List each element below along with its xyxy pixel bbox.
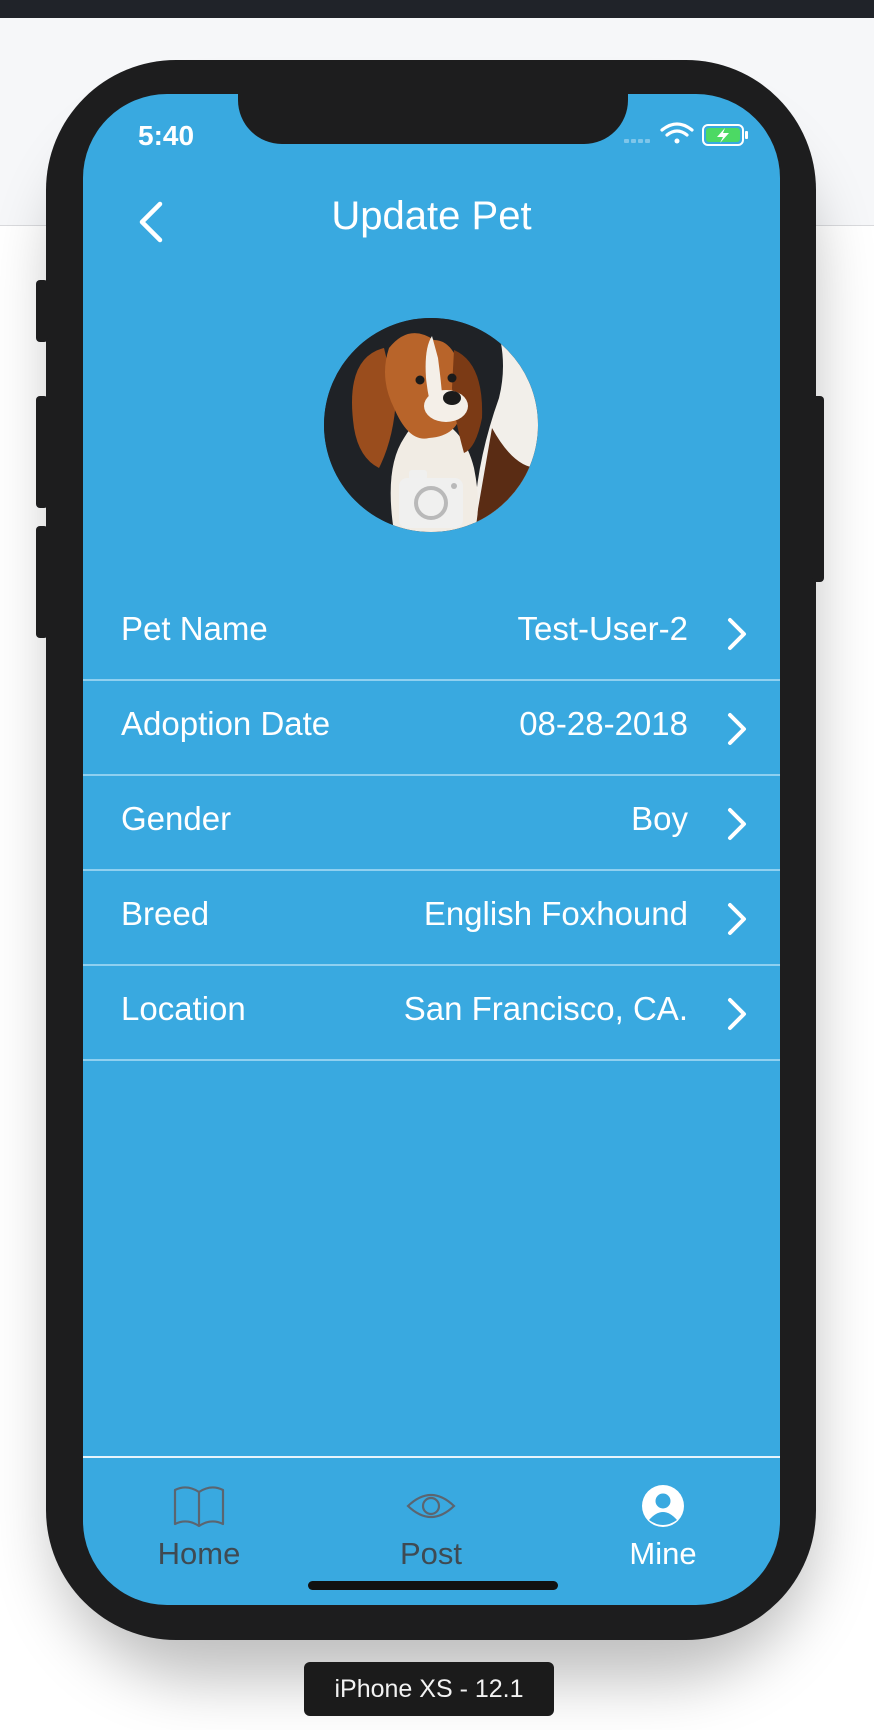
tab-label: Mine bbox=[629, 1536, 697, 1571]
volume-up-button bbox=[36, 396, 48, 508]
row-value: 08-28-2018 bbox=[519, 705, 688, 742]
chevron-right-icon bbox=[728, 998, 746, 1030]
eye-icon bbox=[406, 1493, 456, 1519]
wifi-icon bbox=[660, 122, 694, 144]
status-icons bbox=[624, 122, 748, 146]
row-value: Test-User-2 bbox=[517, 610, 688, 647]
status-time: 5:40 bbox=[138, 120, 195, 151]
pet-avatar[interactable] bbox=[324, 318, 538, 532]
pet-detail-list: Pet Name Test-User-2 Adoption Date 08-28… bbox=[83, 586, 780, 1061]
mute-switch bbox=[36, 280, 48, 342]
pet-name-row[interactable]: Pet Name Test-User-2 bbox=[83, 586, 780, 681]
browser-top-bar bbox=[0, 0, 874, 18]
row-value: Boy bbox=[631, 800, 688, 837]
row-value: English Foxhound bbox=[423, 895, 688, 932]
page-title: Update Pet bbox=[331, 194, 532, 238]
notch bbox=[238, 94, 628, 144]
beagle-photo bbox=[324, 318, 538, 532]
tab-mine[interactable]: Mine bbox=[547, 1458, 779, 1578]
row-label: Gender bbox=[121, 800, 232, 837]
camera-icon bbox=[399, 470, 463, 528]
device-label: iPhone XS - 12.1 bbox=[304, 1662, 554, 1716]
row-value: San Francisco, CA. bbox=[403, 990, 688, 1027]
chevron-right-icon bbox=[728, 618, 746, 650]
row-label: Adoption Date bbox=[121, 705, 331, 742]
row-label: Location bbox=[121, 990, 246, 1027]
chevron-right-icon bbox=[728, 808, 746, 840]
tab-label: Post bbox=[399, 1536, 463, 1571]
gender-row[interactable]: Gender Boy bbox=[83, 776, 780, 871]
power-button bbox=[812, 396, 824, 582]
breed-row[interactable]: Breed English Foxhound bbox=[83, 871, 780, 966]
tab-label: Home bbox=[157, 1536, 241, 1571]
signal-icon bbox=[624, 139, 650, 143]
app-screen: 5:40 Update Pet Pet Name Test-User-2 Ado… bbox=[83, 94, 780, 1605]
tab-home[interactable]: Home bbox=[83, 1458, 315, 1578]
adoption-date-row[interactable]: Adoption Date 08-28-2018 bbox=[83, 681, 780, 776]
chevron-right-icon bbox=[728, 903, 746, 935]
user-circle-icon bbox=[642, 1485, 684, 1527]
tab-post[interactable]: Post bbox=[315, 1458, 547, 1578]
battery-icon bbox=[702, 124, 748, 146]
book-icon bbox=[173, 1486, 225, 1528]
chevron-right-icon bbox=[728, 713, 746, 745]
row-label: Breed bbox=[121, 895, 210, 932]
home-indicator bbox=[308, 1581, 558, 1590]
volume-down-button bbox=[36, 526, 48, 638]
row-label: Pet Name bbox=[121, 610, 268, 647]
location-row[interactable]: Location San Francisco, CA. bbox=[83, 966, 780, 1061]
